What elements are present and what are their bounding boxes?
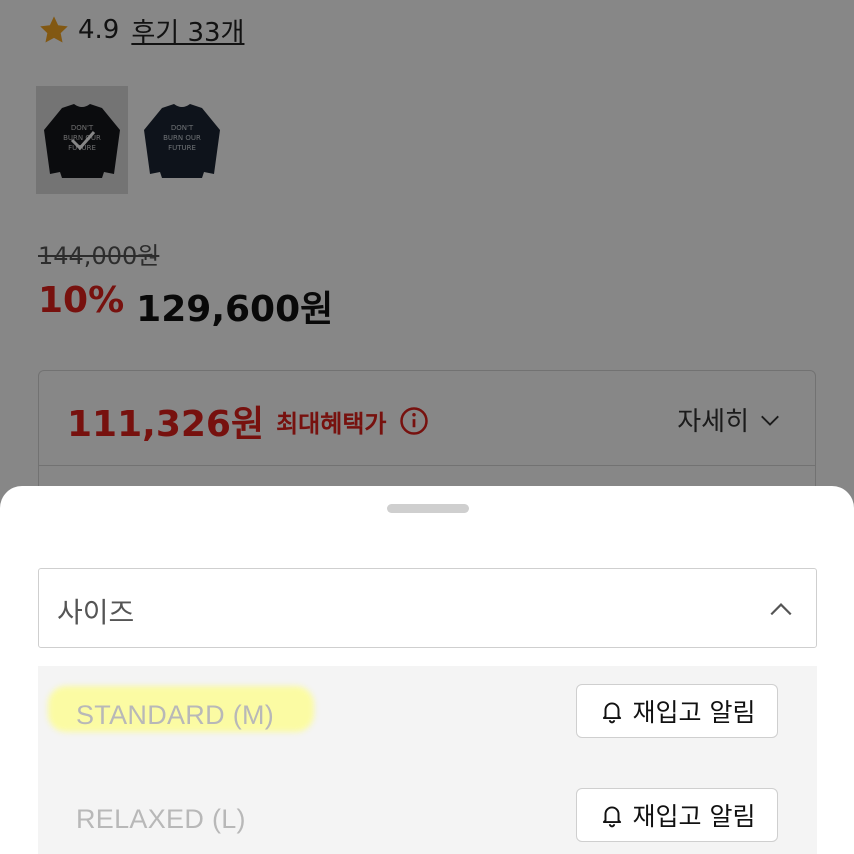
restock-alert-label: 재입고 알림 xyxy=(632,802,756,831)
restock-alert-label: 재입고 알림 xyxy=(632,698,756,727)
size-option-label: RELAXED (L) xyxy=(76,804,246,834)
size-option-relaxed[interactable]: RELAXED (L) 재입고 알림 xyxy=(38,780,817,854)
bell-icon xyxy=(602,806,621,828)
sheet-drag-handle[interactable] xyxy=(387,504,469,513)
restock-alert-button[interactable]: 재입고 알림 xyxy=(576,684,778,738)
size-option-label: STANDARD (M) xyxy=(76,700,275,730)
size-select[interactable]: 사이즈 xyxy=(38,568,817,648)
size-select-label: 사이즈 xyxy=(57,596,135,629)
size-option-standard[interactable]: STANDARD (M) 재입고 알림 xyxy=(38,676,817,766)
chevron-up-icon xyxy=(770,603,792,616)
bell-icon xyxy=(602,702,621,724)
size-options-list: STANDARD (M) 재입고 알림 RELAXED (L) 재입고 알림 xyxy=(38,666,817,854)
option-bottom-sheet: 사이즈 STANDARD (M) 재입고 알림 RELAXED (L) 재입고 … xyxy=(0,486,854,854)
restock-alert-button[interactable]: 재입고 알림 xyxy=(576,788,778,842)
